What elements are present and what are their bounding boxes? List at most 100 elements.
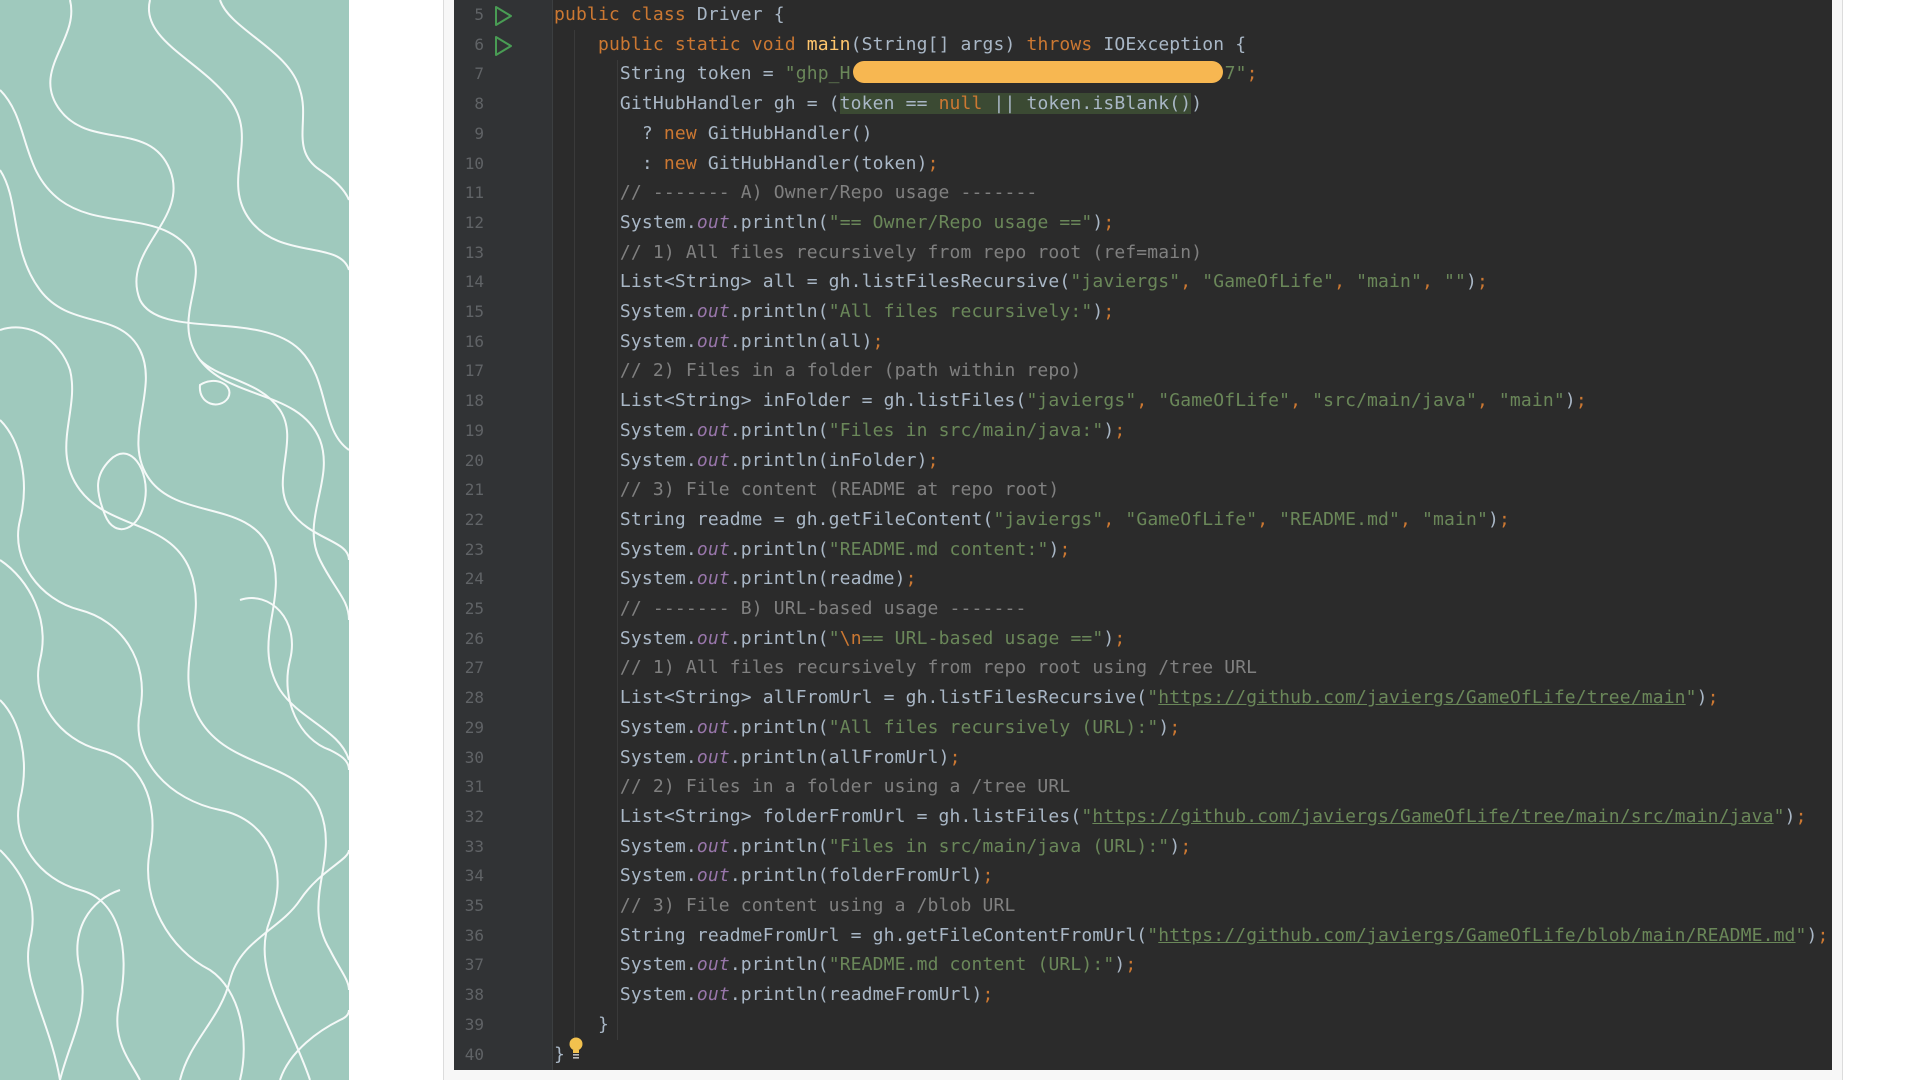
code-line[interactable]: 14 List<String> all = gh.listFilesRecurs… bbox=[454, 267, 1832, 297]
code-token: ; bbox=[1476, 271, 1488, 293]
code-token: throws bbox=[1026, 33, 1104, 55]
code-line[interactable]: 23 System.out.println("README.md content… bbox=[454, 535, 1832, 565]
code-line[interactable]: 22 String readme = gh.getFileContent("ja… bbox=[454, 505, 1832, 535]
code-line[interactable]: 20 System.out.println(inFolder); bbox=[454, 446, 1832, 476]
code-line[interactable]: 19 System.out.println("Files in src/main… bbox=[454, 416, 1832, 446]
code-line[interactable]: 24 System.out.println(readme); bbox=[454, 564, 1832, 594]
code-line[interactable]: 29 System.out.println("All files recursi… bbox=[454, 713, 1832, 743]
code-line[interactable]: 38 System.out.println(readmeFromUrl); bbox=[454, 980, 1832, 1010]
code-token: "GameOfLife" bbox=[1125, 508, 1258, 530]
code-text: System.out.println("== Owner/Repo usage … bbox=[554, 208, 1114, 238]
code-token: "main" bbox=[1356, 271, 1422, 293]
code-line[interactable]: 26 System.out.println("\n== URL-based us… bbox=[454, 624, 1832, 654]
code-token: GitHubHandler gh = ( bbox=[554, 93, 840, 115]
code-line[interactable]: 25 // ------- B) URL-based usage ------- bbox=[454, 594, 1832, 624]
code-line[interactable]: 21 // 3) File content (README at repo ro… bbox=[454, 475, 1832, 505]
code-token: .println( bbox=[729, 627, 829, 649]
code-line[interactable]: 7 String token = "ghp_H 7"; bbox=[454, 59, 1832, 89]
code-token: // 3) File content using a /blob URL bbox=[554, 895, 1016, 916]
code-text: public static void main(String[] args) t… bbox=[554, 30, 1246, 60]
code-line[interactable]: 35 // 3) File content using a /blob URL bbox=[454, 891, 1832, 921]
code-token: "Files in src/main/java (URL):" bbox=[828, 835, 1170, 857]
line-number: 40 bbox=[464, 1044, 484, 1064]
code-line[interactable]: 6 public static void main(String[] args)… bbox=[454, 30, 1832, 60]
code-token: ; bbox=[1498, 508, 1510, 530]
code-line[interactable]: 27 // 1) All files recursively from repo… bbox=[454, 653, 1832, 683]
code-token: ; bbox=[982, 865, 994, 887]
code-token: ? bbox=[554, 122, 664, 144]
code-line[interactable]: 13 // 1) All files recursively from repo… bbox=[454, 238, 1832, 268]
code-line[interactable]: 18 List<String> inFolder = gh.listFiles(… bbox=[454, 386, 1832, 416]
code-token: ; bbox=[1103, 301, 1115, 322]
code-token: .println(allFromUrl) bbox=[729, 746, 950, 768]
code-line[interactable]: 11 // ------- A) Owner/Repo usage ------… bbox=[454, 178, 1832, 208]
code-token: token == bbox=[839, 93, 939, 115]
code-editor[interactable]: 5 public class Driver {6 public static vo… bbox=[454, 0, 1832, 1070]
code-text: System.out.println(folderFromUrl); bbox=[554, 861, 994, 891]
code-token: GitHubHandler(token) bbox=[707, 152, 928, 174]
code-line[interactable]: 36 String readmeFromUrl = gh.getFileCont… bbox=[454, 921, 1832, 951]
code-line[interactable]: 30 System.out.println(allFromUrl); bbox=[454, 743, 1832, 773]
code-text: // 3) File content using a /blob URL bbox=[554, 891, 1015, 921]
code-token: ; bbox=[1103, 211, 1115, 233]
code-line[interactable]: 37 System.out.println("README.md content… bbox=[454, 950, 1832, 980]
code-text: List<String> allFromUrl = gh.listFilesRe… bbox=[554, 683, 1719, 713]
code-text: List<String> all = gh.listFilesRecursive… bbox=[554, 267, 1488, 297]
code-line[interactable]: 15 System.out.println("All files recursi… bbox=[454, 297, 1832, 327]
code-token: " bbox=[1147, 687, 1159, 709]
code-token: , bbox=[1422, 271, 1444, 293]
code-text: // 3) File content (README at repo root) bbox=[554, 475, 1059, 505]
code-token: "main" bbox=[1498, 390, 1565, 412]
lightbulb-icon[interactable] bbox=[566, 1036, 586, 1060]
code-line[interactable]: 12 System.out.println("== Owner/Repo usa… bbox=[454, 208, 1832, 238]
code-link[interactable]: https://github.com/javiergs/GameOfLife/t… bbox=[1158, 687, 1685, 708]
code-link[interactable]: https://github.com/javiergs/GameOfLife/b… bbox=[1158, 925, 1795, 946]
code-line[interactable]: 31 // 2) Files in a folder using a /tree… bbox=[454, 772, 1832, 802]
code-token: System. bbox=[554, 538, 697, 560]
code-line[interactable]: 32 List<String> folderFromUrl = gh.listF… bbox=[454, 802, 1832, 832]
run-gutter-icon[interactable] bbox=[492, 5, 514, 27]
code-token: .println(inFolder) bbox=[729, 449, 928, 471]
code-text: } bbox=[554, 1040, 565, 1070]
line-number: 6 bbox=[474, 34, 484, 54]
run-gutter-icon[interactable] bbox=[492, 35, 514, 57]
code-token: , bbox=[1476, 390, 1499, 412]
line-number: 32 bbox=[464, 806, 484, 826]
code-token: // 3) File content (README at repo root) bbox=[554, 479, 1060, 501]
code-line[interactable]: 16 System.out.println(all); bbox=[454, 327, 1832, 357]
code-token: "Files in src/main/java:" bbox=[828, 419, 1104, 441]
code-link[interactable]: https://github.com/javiergs/GameOfLife/t… bbox=[1092, 806, 1773, 827]
code-token: System. bbox=[554, 449, 697, 471]
line-number: 39 bbox=[464, 1014, 484, 1034]
code-line[interactable]: 8 GitHubHandler gh = (token == null || t… bbox=[454, 89, 1832, 119]
code-text: String readme = gh.getFileContent("javie… bbox=[554, 505, 1510, 535]
code-token: ) bbox=[1806, 924, 1818, 946]
code-line[interactable]: 28 List<String> allFromUrl = gh.listFile… bbox=[454, 683, 1832, 713]
code-token: ; bbox=[905, 568, 917, 590]
line-number: 27 bbox=[464, 658, 484, 678]
code-line[interactable]: 9 ? new GitHubHandler() bbox=[454, 119, 1832, 149]
code-line[interactable]: 33 System.out.println("Files in src/main… bbox=[454, 832, 1832, 862]
code-line[interactable]: 17 // 2) Files in a folder (path within … bbox=[454, 356, 1832, 386]
code-text: : new GitHubHandler(token); bbox=[554, 149, 939, 179]
line-number: 26 bbox=[464, 628, 484, 648]
code-token: "GameOfLife" bbox=[1158, 390, 1291, 412]
code-line[interactable]: 40} bbox=[454, 1040, 1832, 1070]
code-line[interactable]: 10 : new GitHubHandler(token); bbox=[454, 149, 1832, 179]
code-token: out bbox=[696, 568, 730, 590]
code-token: ) bbox=[1784, 805, 1796, 827]
code-token: ) bbox=[1696, 687, 1708, 709]
code-text: List<String> folderFromUrl = gh.listFile… bbox=[554, 802, 1807, 832]
line-number: 29 bbox=[464, 717, 484, 737]
code-token: , bbox=[1334, 271, 1357, 293]
code-token: \n bbox=[839, 627, 862, 649]
code-token: out bbox=[696, 865, 730, 887]
code-token: System. bbox=[554, 746, 697, 768]
code-line[interactable]: 39 } bbox=[454, 1010, 1832, 1040]
code-token: ) bbox=[1487, 508, 1499, 530]
code-token: "README.md" bbox=[1279, 508, 1401, 530]
code-token: out bbox=[696, 984, 730, 1006]
code-line[interactable]: 5 public class Driver { bbox=[454, 0, 1832, 30]
code-token: System. bbox=[554, 568, 697, 590]
code-line[interactable]: 34 System.out.println(folderFromUrl); bbox=[454, 861, 1832, 891]
